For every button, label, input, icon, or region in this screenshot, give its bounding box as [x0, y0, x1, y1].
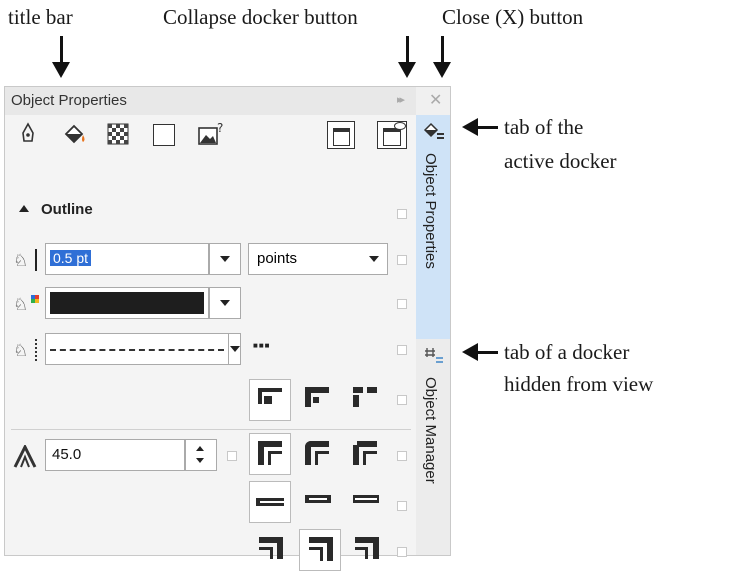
outline-color-field[interactable]	[45, 287, 209, 319]
miter-option-check[interactable]	[227, 451, 237, 461]
miter-angle-spinner[interactable]	[185, 439, 217, 471]
annotation-close-button: Close (X) button	[442, 5, 584, 29]
object-manager-tab-label: Object Manager	[422, 377, 439, 484]
dashed-line-preview	[50, 349, 224, 351]
line-style-pen-icon: ♘	[13, 341, 29, 360]
frame-icon[interactable]	[153, 124, 175, 146]
units-dropdown[interactable]: points	[248, 243, 388, 275]
object-manager-tab-icon	[423, 345, 445, 370]
tab-object-manager[interactable]: Object Manager	[416, 339, 450, 555]
transparency-icon[interactable]	[107, 123, 133, 149]
units-value: points	[257, 250, 298, 267]
outline-width-dropdown[interactable]	[209, 243, 241, 275]
collapse-docker-button[interactable]: ▸▸	[397, 93, 405, 106]
bevel-corner-button[interactable]	[353, 441, 383, 471]
line-style-dropdown[interactable]	[229, 333, 241, 365]
corner-option-check[interactable]	[397, 451, 407, 461]
docker-title: Object Properties	[11, 92, 127, 109]
inside-position-button[interactable]	[353, 495, 383, 509]
arrow-to-hidden-tab	[462, 343, 498, 361]
position-option-check[interactable]	[397, 501, 407, 511]
window-icon[interactable]	[327, 121, 355, 149]
docker-tab-strip: Object Properties Object Manager	[416, 115, 450, 555]
line-cap-option-check[interactable]	[397, 395, 407, 405]
round-cap-button[interactable]	[305, 387, 335, 417]
round-corner-button[interactable]	[305, 441, 335, 471]
miter-angle-field[interactable]: 45.0	[45, 439, 185, 471]
outline-color-dropdown[interactable]	[209, 287, 241, 319]
square-cap-button[interactable]	[249, 379, 291, 421]
annotation-hidden-tab-1: tab of a docker	[504, 340, 630, 364]
center-position-button[interactable]	[305, 495, 335, 509]
annotation-active-tab-1: tab of the	[504, 115, 584, 139]
section-option-check[interactable]	[397, 209, 407, 219]
arrow-to-active-tab	[462, 118, 498, 136]
annotation-collapse-button: Collapse docker button	[163, 5, 358, 29]
color-swatch-icon	[31, 295, 39, 303]
line-style-option-check[interactable]	[397, 345, 407, 355]
outline-width-value: 0.5 pt	[50, 250, 92, 266]
extended-cap-button[interactable]	[353, 387, 383, 417]
join-center-button[interactable]	[299, 529, 341, 571]
object-properties-panel: ? Outline ♘ 0.5 pt points ♘ ♘ ■■■ 45.0	[5, 115, 417, 571]
outline-width-pen-icon: ♘	[13, 251, 29, 270]
collapse-triangle-icon	[19, 205, 29, 212]
annotation-active-tab-2: active docker	[504, 149, 617, 173]
outline-color-pen-icon: ♘	[13, 295, 29, 314]
arrow-to-collapse-button	[398, 36, 416, 78]
outline-section-title: Outline	[41, 201, 93, 218]
color-option-check[interactable]	[397, 299, 407, 309]
docker-window: Object Properties ▸▸ ✕ ? Outline ♘ 0.5 p…	[4, 86, 451, 571]
width-indicator	[35, 249, 37, 271]
join-inside-button[interactable]	[355, 537, 385, 567]
miter-angle-value: 45.0	[52, 446, 82, 463]
annotation-title-bar: title bar	[8, 5, 73, 29]
outline-section-header[interactable]: Outline	[19, 201, 93, 218]
line-style-field[interactable]	[45, 333, 229, 365]
arrow-to-title-bar	[52, 36, 70, 78]
close-docker-button[interactable]: ✕	[429, 90, 442, 110]
outline-color-swatch	[50, 292, 204, 314]
docker-title-bar[interactable]: Object Properties	[5, 87, 416, 115]
tab-object-properties[interactable]: Object Properties	[416, 115, 450, 339]
view-settings-icon[interactable]	[377, 121, 407, 149]
outside-position-button[interactable]	[249, 481, 291, 523]
object-properties-tab-icon	[423, 121, 445, 146]
image-properties-icon[interactable]: ?	[197, 120, 223, 146]
line-style-more-button[interactable]: ■■■	[253, 341, 271, 350]
width-option-check[interactable]	[397, 255, 407, 265]
miter-angle-icon	[13, 443, 39, 469]
svg-text:?: ?	[217, 121, 223, 135]
outline-width-field[interactable]: 0.5 pt	[45, 243, 209, 275]
fill-bucket-icon[interactable]	[61, 121, 87, 147]
annotation-hidden-tab-2: hidden from view	[504, 372, 654, 396]
join-outside-button[interactable]	[259, 537, 289, 567]
miter-corner-button[interactable]	[249, 433, 291, 475]
arrow-to-close-button	[433, 36, 451, 78]
object-properties-tab-label: Object Properties	[422, 153, 439, 269]
section-divider	[11, 429, 411, 430]
line-style-indicator	[35, 339, 37, 361]
outline-pen-icon[interactable]	[15, 121, 41, 147]
